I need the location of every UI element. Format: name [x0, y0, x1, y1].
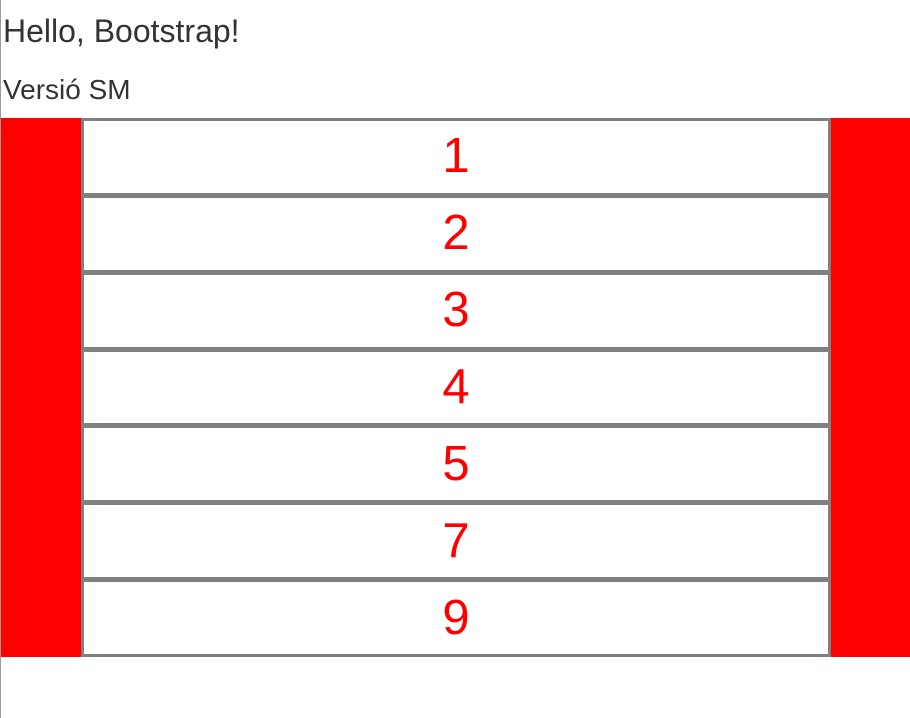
page-title: Hello, Bootstrap!	[3, 13, 240, 49]
number-cell-4: 4	[84, 346, 828, 424]
number-cell-5: 5	[84, 423, 828, 500]
number-cell-1: 1	[442, 129, 470, 184]
number-column: 1 2 3 4 5 7 9	[81, 118, 831, 657]
number-cell-7: 7	[84, 500, 828, 577]
number-cell-3: 3	[84, 269, 828, 347]
version-subtitle: Versió SM	[3, 74, 131, 105]
number-cell-9: 9	[84, 577, 828, 654]
number-cell-2: 2	[84, 192, 828, 270]
page: Hello, Bootstrap! Versió SM 1 2 3 4 5 7 …	[0, 0, 910, 718]
